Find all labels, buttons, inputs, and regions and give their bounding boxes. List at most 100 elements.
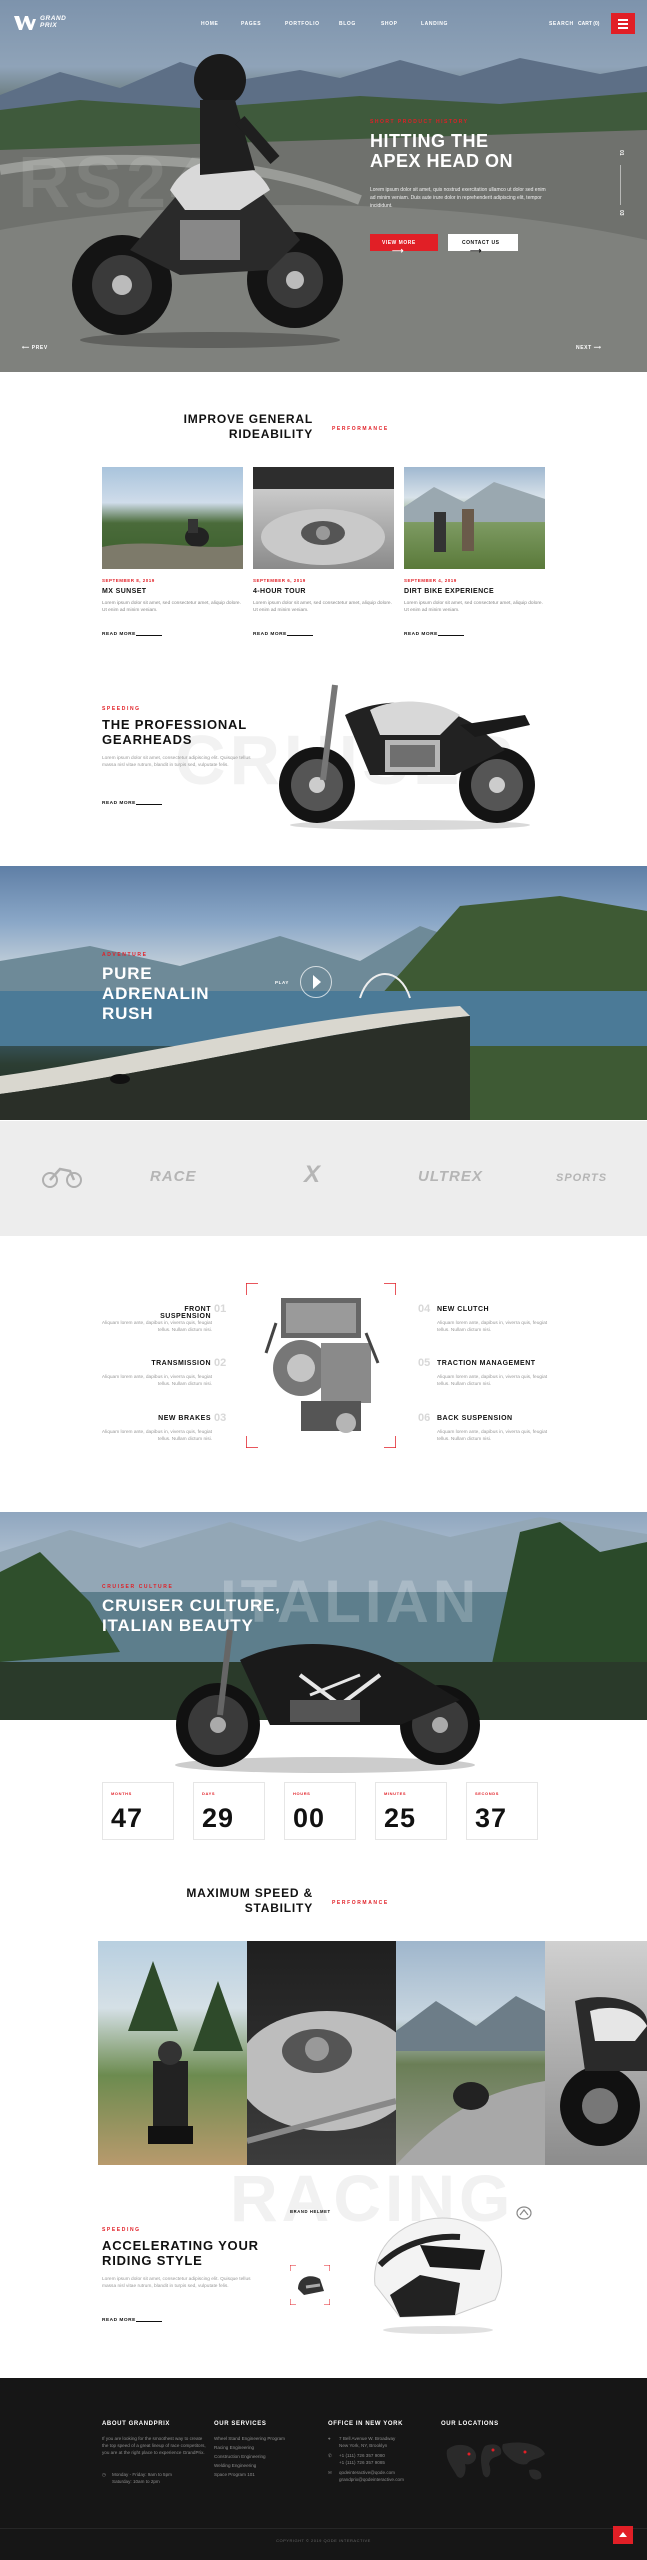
feature-title: TRANSMISSION [151, 1360, 211, 1367]
helmet-thumbnail[interactable] [290, 2265, 330, 2305]
footer-service-link[interactable]: Racing Engineering [214, 2444, 254, 2451]
location-pin-icon: ⌖ [328, 2436, 331, 2441]
helmet-image [374, 2217, 503, 2334]
footer-service-link[interactable]: Welding Engineering [214, 2462, 256, 2469]
countdown-minutes: MINUTES 25 [375, 1782, 447, 1840]
nav-portfolio[interactable]: PORTFOLIO [285, 21, 320, 27]
hero-eyebrow: SHORT PRODUCT HISTORY [370, 119, 469, 125]
read-more-link[interactable]: READ MORE [102, 2318, 136, 2323]
hamburger-menu-button[interactable] [611, 13, 635, 34]
gallery-image-tank[interactable] [247, 1941, 396, 2165]
brand-logo-race[interactable]: RACE [150, 1168, 197, 1185]
nav-blog[interactable]: BLOG [339, 21, 356, 27]
footer-hours: Monday - Friday: 9am to 5pm [112, 2472, 172, 2477]
footer-email[interactable]: qodeinteractive@qode.com [339, 2469, 395, 2476]
brand-logo-ultrex[interactable]: ULTREX [418, 1168, 483, 1185]
feature-number: 03 [214, 1412, 227, 1424]
countdown-months: MONTHS 47 [102, 1782, 174, 1840]
card-title[interactable]: 4-HOUR TOUR [253, 588, 306, 595]
feature-text: Aliquam lorem ante, dapibus in, viverra … [437, 1321, 548, 1333]
read-more-link[interactable]: READ MORE [253, 632, 287, 637]
counter-label: HOURS [293, 1791, 311, 1796]
hero-title: HITTING THE APEX HEAD ON [370, 131, 514, 171]
feature-text: Aliquam lorem ante, dapibus in, viverra … [437, 1430, 548, 1442]
slide-total-number: 03 [618, 210, 624, 216]
nav-shop[interactable]: SHOP [381, 21, 398, 27]
world-map-image [446, 2442, 545, 2480]
countdown-seconds: SECONDS 37 [466, 1782, 538, 1840]
gallery-image-rider[interactable] [98, 1941, 247, 2165]
adrenalin-eyebrow: ADVENTURE [102, 952, 148, 958]
cruiser-motorcycle-image [175, 1629, 480, 1773]
view-more-button[interactable]: VIEW MORE ⟶ [370, 234, 438, 255]
nav-home[interactable]: HOME [201, 21, 218, 27]
feature-number: 06 [418, 1412, 431, 1424]
hero-motorcycle-image [72, 54, 343, 348]
counter-value: 00 [293, 1803, 326, 1833]
logo-text[interactable]: GRAND PRIX [40, 15, 66, 29]
riding-eyebrow: SPEEDING [102, 2227, 141, 2233]
countdown-hours: HOURS 00 [284, 1782, 356, 1840]
nav-pages[interactable]: PAGES [241, 21, 261, 27]
footer-email-alt[interactable]: grandprix@qodeinteractive.com [339, 2476, 404, 2483]
footer-divider [0, 2528, 647, 2529]
footer-service-link[interactable]: Space Program 101 [214, 2471, 255, 2478]
read-more-link[interactable]: READ MORE [102, 801, 136, 806]
counter-label: MINUTES [384, 1791, 407, 1796]
footer-about-text: If you are looking for the smoothest way… [102, 2436, 206, 2455]
logo-icon[interactable] [14, 16, 36, 30]
gallery-image-road[interactable] [396, 1941, 545, 2165]
improve-heading: IMPROVE GENERAL RIDEABILITY [183, 412, 313, 441]
gearheads-eyebrow: SPEEDING [102, 706, 141, 712]
gallery-image-bike-side[interactable] [545, 1941, 647, 2165]
feature-number: 02 [214, 1357, 227, 1369]
read-more-arrow-icon [438, 635, 464, 636]
phone-icon: ✆ [328, 2453, 332, 2458]
footer-phone[interactable]: +1 (111) 726 357 9080 [339, 2452, 385, 2459]
feature-text: Aliquam lorem ante, dapibus in, viverra … [101, 1430, 212, 1442]
footer-office-title: OFFICE IN NEW YORK [328, 2421, 404, 2427]
play-video-button[interactable]: PLAY [275, 966, 332, 998]
search-button[interactable]: SEARCH [549, 21, 574, 27]
countdown-days: DAYS 29 [193, 1782, 265, 1840]
slide-current-number: 01 [618, 150, 624, 156]
prev-slide-button[interactable]: ⟵ PREV [22, 345, 48, 351]
card-text: Lorem ipsum dolor sit amet, sed consecte… [253, 601, 392, 613]
card-image-dirt-bike[interactable] [404, 467, 545, 569]
footer-phone-alt[interactable]: +1 (111) 726 357 9085 [339, 2459, 385, 2466]
footer-locations-title: OUR LOCATIONS [441, 2421, 499, 2427]
counter-value: 29 [202, 1803, 235, 1833]
motorbike-logo-icon[interactable] [40, 1163, 84, 1189]
improve-tag: PERFORMANCE [332, 426, 389, 432]
brand-logo-x[interactable]: X [304, 1161, 321, 1189]
cart-button[interactable]: CART (0) [578, 21, 599, 27]
footer-service-link[interactable]: Construction Engineering [214, 2453, 266, 2460]
card-title[interactable]: MX SUNSET [102, 588, 146, 595]
read-more-arrow-icon [136, 635, 162, 636]
nav-landing[interactable]: LANDING [421, 21, 448, 27]
engine-image [246, 1283, 396, 1448]
footer-hours-weekend: Saturday: 10am to 2pm [112, 2479, 160, 2484]
footer-service-link[interactable]: Wheel Stand Engineering Program [214, 2435, 285, 2442]
read-more-link[interactable]: READ MORE [102, 632, 136, 637]
feature-title: TRACTION MANAGEMENT [437, 1360, 536, 1367]
read-more-arrow-icon [136, 2321, 162, 2322]
feature-text: Aliquam lorem ante, dapibus in, viverra … [101, 1321, 212, 1333]
arrow-up-icon [619, 2532, 627, 2537]
footer-address: 7 Bell Avenue W. Broadway [339, 2436, 396, 2441]
counter-value: 47 [111, 1803, 144, 1833]
hero-section: RS24 GRAND PRIX HOME PAGES PORTFOLIO BLOG… [0, 0, 647, 372]
counter-label: SECONDS [475, 1791, 499, 1796]
card-image-mx-sunset[interactable] [102, 467, 243, 569]
adrenalin-section: ADVENTURE PURE ADRENALIN RUSH PLAY [0, 866, 647, 1120]
card-title[interactable]: DIRT BIKE EXPERIENCE [404, 588, 494, 595]
back-to-top-button[interactable] [613, 2526, 633, 2544]
card-image-4-hour-tour[interactable] [253, 467, 394, 569]
copyright-text: COPYRIGHT © 2019 QODE INTERACTIVE [276, 2538, 371, 2543]
read-more-link[interactable]: READ MORE [404, 632, 438, 637]
gearheads-title: THE PROFESSIONAL GEARHEADS [102, 717, 247, 747]
brand-logo-sports[interactable]: SPORTS [556, 1172, 607, 1184]
clock-icon: ◷ [102, 2472, 107, 2477]
next-slide-button[interactable]: NEXT ⟶ [576, 345, 602, 351]
contact-us-button[interactable]: CONTACT US ⟶ [448, 234, 518, 255]
